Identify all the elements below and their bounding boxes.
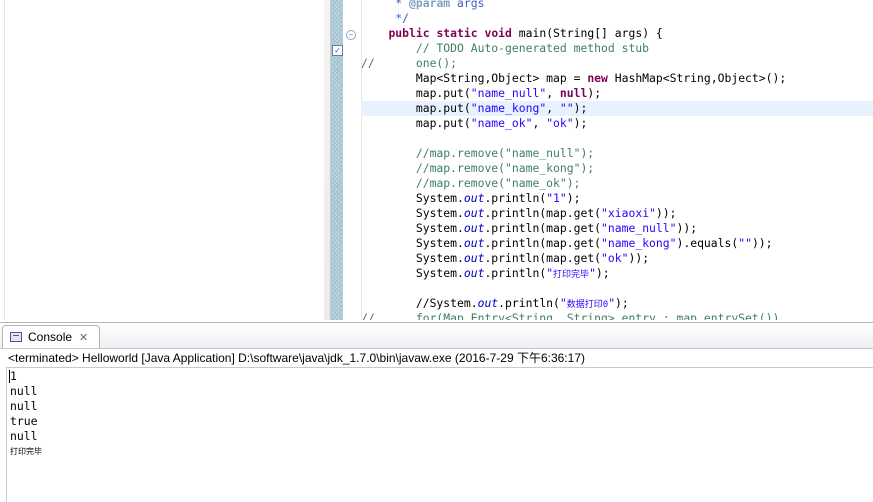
code-line: // for(Map.Entry<String, String> entry :…: [361, 311, 780, 320]
current-code-line: map.put("name_kong", "");: [361, 101, 873, 116]
code-line: System.out.println(map.get("xiaoxi"));: [361, 206, 873, 221]
pane-sash[interactable]: [324, 0, 331, 320]
explorer-border: [4, 0, 5, 320]
console-output-line: null: [10, 384, 38, 398]
code-line: // TODO Auto-generated method stub: [361, 41, 650, 55]
code-line: System.out.println("1");: [361, 191, 873, 206]
console-output-line: 打印完毕: [10, 447, 42, 456]
code-text: System.out.println("1");: [361, 191, 581, 205]
code-line: public static void main(String[] args) {: [361, 26, 873, 41]
code-line: //map.remove("name_null");: [361, 146, 595, 160]
tab-console[interactable]: Console ✕: [2, 325, 100, 348]
console-output-line: null: [10, 399, 38, 413]
code-text: map.put("name_kong", "");: [361, 101, 588, 115]
code-text: map.put("name_ok", "ok");: [361, 116, 588, 130]
console-output-line: null: [10, 429, 38, 443]
code-editor[interactable]: − ✓ * @param args */ public static void …: [331, 0, 873, 320]
code-text: map.put("name_null", null);: [361, 86, 602, 100]
console-output-line: true: [10, 414, 38, 428]
code-text-area[interactable]: * @param args */ public static void main…: [361, 0, 873, 320]
code-line: // one();: [361, 56, 458, 70]
code-text: Map<String,Object> map = new HashMap<Str…: [361, 71, 787, 85]
console-view-header: Console ✕: [0, 322, 873, 349]
code-line: //System.out.println("数据打印0");: [361, 296, 873, 311]
console-status-text: <terminated> Helloworld [Java Applicatio…: [8, 351, 585, 365]
code-line: System.out.println("打印完毕");: [361, 266, 873, 281]
console-tab-label: Console: [28, 330, 73, 344]
code-line: * @param args: [361, 0, 485, 10]
console-output-area[interactable]: 1 null null true null 打印完毕: [6, 367, 873, 502]
folding-column: −: [343, 0, 362, 320]
code-text: //System.out.println("数据打印0");: [361, 296, 629, 310]
code-line: System.out.println(map.get("name_kong").…: [361, 236, 873, 251]
code-line: //map.remove("name_kong");: [361, 161, 595, 175]
close-icon[interactable]: ✕: [79, 331, 88, 344]
task-marker-icon[interactable]: ✓: [332, 45, 343, 56]
console-output-line: 1: [10, 369, 17, 383]
code-text: System.out.println("打印完毕");: [361, 266, 610, 280]
code-text: System.out.println(map.get("name_kong").…: [361, 236, 773, 250]
code-line: */: [361, 11, 410, 25]
code-text: public static void main(String[] args) {: [388, 26, 663, 40]
code-text: System.out.println(map.get("ok"));: [361, 251, 650, 265]
console-icon: [10, 332, 22, 342]
code-line: //map.remove("name_ok");: [361, 176, 581, 190]
code-line: map.put("name_null", null);: [361, 86, 873, 101]
fold-minus-icon[interactable]: −: [346, 30, 356, 40]
code-line: Map<String,Object> map = new HashMap<Str…: [361, 71, 873, 86]
code-line: System.out.println(map.get("ok"));: [361, 251, 873, 266]
code-text: System.out.println(map.get("xiaoxi"));: [361, 206, 677, 220]
code-line: map.put("name_ok", "ok");: [361, 116, 873, 131]
code-text: System.out.println(map.get("name_null"))…: [361, 221, 698, 235]
code-line: System.out.println(map.get("name_null"))…: [361, 221, 873, 236]
package-explorer-pane[interactable]: [0, 0, 325, 320]
